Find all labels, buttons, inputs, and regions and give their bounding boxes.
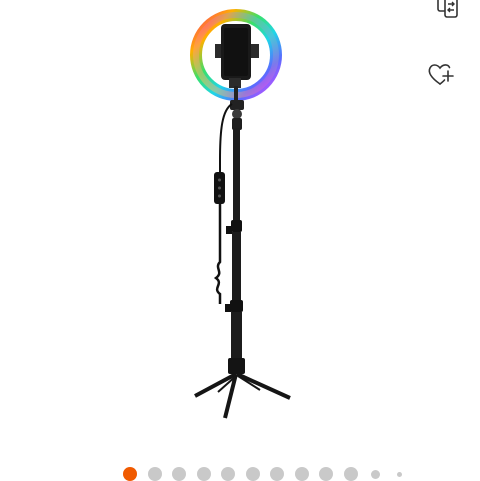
product-image	[190, 9, 291, 419]
image-page-indicator	[0, 462, 480, 481]
page-dot[interactable]	[397, 471, 402, 477]
page-dot[interactable]	[172, 467, 186, 481]
page-dot[interactable]	[319, 467, 333, 481]
page-dot[interactable]	[343, 467, 358, 481]
page-dot[interactable]	[245, 467, 260, 481]
page-dot[interactable]	[270, 467, 284, 481]
page-dot[interactable]	[147, 467, 162, 481]
product-image-gallery[interactable]	[0, 0, 480, 481]
stand-pole	[225, 128, 245, 374]
image-side-actions	[410, 0, 480, 120]
page-dot[interactable]	[196, 467, 211, 481]
compare-button[interactable]	[432, 0, 464, 20]
wishlist-button[interactable]	[424, 58, 456, 90]
page-dot[interactable]	[221, 467, 235, 481]
compare-icon	[437, 0, 458, 18]
page-dot[interactable]	[370, 469, 380, 479]
heart-plus-icon	[428, 64, 454, 85]
tripod-base	[194, 372, 291, 419]
power-cable	[213, 103, 233, 304]
page-dot[interactable]	[294, 467, 309, 481]
page-dot-active[interactable]	[123, 467, 137, 481]
